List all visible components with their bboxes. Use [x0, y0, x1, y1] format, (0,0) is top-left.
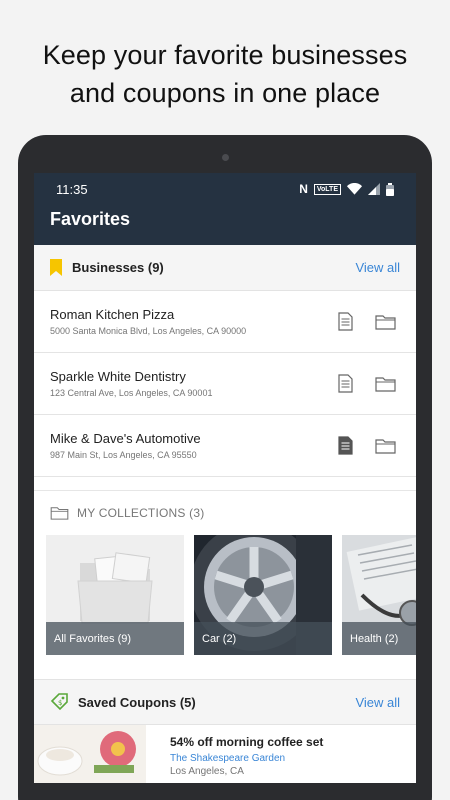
coupon-title: 54% off morning coffee set — [170, 735, 324, 749]
svg-text:$: $ — [58, 699, 62, 707]
businesses-title: Businesses (9) — [72, 260, 164, 275]
nfc-icon: N — [299, 182, 308, 196]
headline-line-1: Keep your favorite businesses — [42, 40, 408, 70]
section-divider — [34, 477, 416, 491]
business-name: Mike & Dave's Automotive — [50, 431, 201, 446]
folder-icon[interactable] — [375, 376, 396, 392]
document-filled-icon[interactable] — [338, 436, 353, 455]
business-row[interactable]: Sparkle White Dentistry 123 Central Ave,… — [34, 353, 416, 415]
coupon-image — [34, 725, 146, 783]
folder-icon[interactable] — [375, 438, 396, 454]
app-bar: 11:35 N VoLTE Favorites — [34, 173, 416, 245]
business-address: 5000 Santa Monica Blvd, Los Angeles, CA … — [50, 326, 247, 336]
business-name: Sparkle White Dentistry — [50, 369, 186, 384]
folder-outline-icon — [50, 507, 69, 520]
collection-caption: All Favorites (9) — [46, 622, 184, 655]
bookmark-icon — [50, 259, 62, 276]
app-screen: 11:35 N VoLTE Favorites Businesses (9) V… — [34, 173, 416, 783]
battery-icon — [386, 182, 394, 196]
coupons-title: Saved Coupons (5) — [78, 694, 196, 710]
camera-icon — [222, 154, 229, 161]
collection-caption: Car (2) — [194, 622, 332, 655]
coupon-item[interactable]: 54% off morning coffee set The Shakespea… — [34, 725, 416, 783]
collections-header: MY COLLECTIONS (3) — [34, 491, 416, 535]
businesses-view-all-link[interactable]: View all — [355, 260, 400, 275]
coupons-header: $ Saved Coupons (5) View all — [34, 679, 416, 725]
business-address: 123 Central Ave, Los Angeles, CA 90001 — [50, 388, 213, 398]
document-icon[interactable] — [338, 312, 353, 331]
status-icons: N VoLTE — [299, 182, 394, 196]
folder-icon[interactable] — [375, 314, 396, 330]
document-icon[interactable] — [338, 374, 353, 393]
status-time: 11:35 — [56, 182, 88, 197]
business-row[interactable]: Roman Kitchen Pizza 5000 Santa Monica Bl… — [34, 291, 416, 353]
coupon-location: Los Angeles, CA — [170, 766, 244, 777]
collection-tile-health[interactable]: Health (2) — [342, 535, 416, 655]
coupons-view-all-link[interactable]: View all — [355, 695, 400, 710]
collection-caption: Health (2) — [342, 622, 416, 655]
collection-tile-car[interactable]: Car (2) — [194, 535, 332, 655]
headline-line-2: and coupons in one place — [69, 78, 381, 108]
coupon-business-link[interactable]: The Shakespeare Garden — [170, 753, 323, 764]
volte-badge: VoLTE — [313, 183, 341, 195]
businesses-header: Businesses (9) View all — [34, 245, 416, 291]
collections-carousel[interactable]: All Favorites (9) Car (2) Health (2) — [34, 535, 416, 655]
business-name: Roman Kitchen Pizza — [50, 307, 175, 322]
app-title: Favorites — [50, 209, 131, 229]
promo-headline: Keep your favorite businesses and coupon… — [0, 36, 450, 112]
collections-title: MY COLLECTIONS (3) — [77, 506, 205, 520]
coupon-tag-icon: $ — [50, 693, 68, 711]
collection-tile-all-favorites[interactable]: All Favorites (9) — [46, 535, 184, 655]
business-address: 987 Main St, Los Angeles, CA 95550 — [50, 450, 197, 460]
wifi-icon — [347, 183, 362, 195]
signal-icon — [368, 183, 380, 195]
business-row[interactable]: Mike & Dave's Automotive 987 Main St, Lo… — [34, 415, 416, 477]
